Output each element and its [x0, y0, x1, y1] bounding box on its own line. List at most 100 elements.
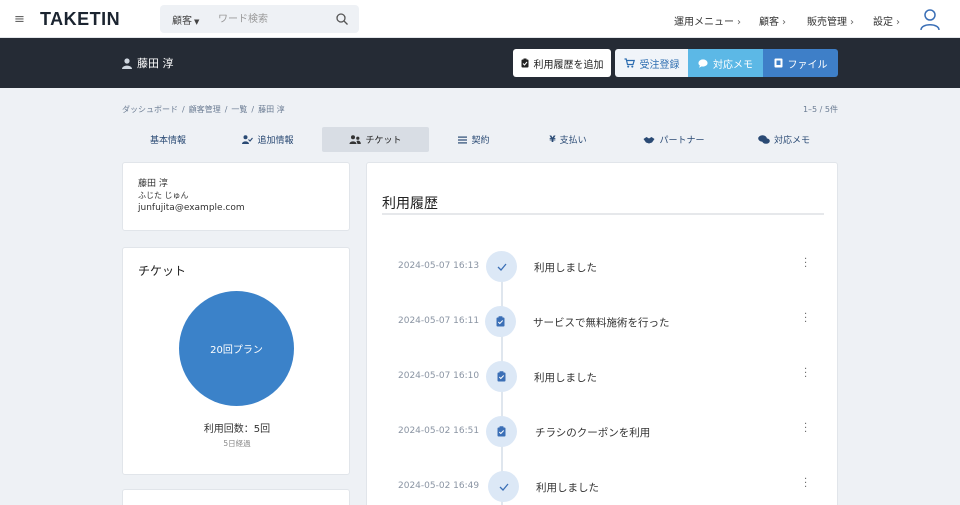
- search-scope-dropdown[interactable]: 顧客 ▼: [172, 12, 199, 27]
- breadcrumb-customer-management[interactable]: 顧客管理: [189, 105, 221, 114]
- comment-icon: [698, 58, 708, 68]
- ticket-card: チケット 20回プラン 利用回数：5回 5日経過: [122, 247, 350, 475]
- usage-history-title: 利用履歴: [382, 196, 438, 212]
- menu-customers-label: 顧客: [759, 17, 779, 28]
- entry-timestamp: 2024-05-02 16:49: [398, 481, 480, 491]
- menu-settings-label: 設定: [873, 17, 893, 28]
- tab-basic-info[interactable]: 基本情報: [122, 127, 214, 152]
- tab-contract[interactable]: 契約: [436, 127, 512, 152]
- additional-card: [122, 489, 350, 505]
- hamburger-menu-icon[interactable]: ≡: [14, 12, 25, 27]
- menu-sales-label: 販売管理: [807, 17, 847, 28]
- menu-operations[interactable]: 運用メニュー ›: [674, 13, 741, 28]
- history-entry: 2024-05-07 16:11 サービスで無料施術を行った · · ·: [367, 304, 839, 338]
- entry-timestamp: 2024-05-07 16:11: [398, 316, 480, 326]
- order-registration-label: 受注登録: [639, 59, 680, 71]
- caret-down-icon: ▼: [194, 18, 200, 26]
- entry-description: 利用しました: [534, 262, 597, 274]
- tab-payment[interactable]: ¥ 支払い: [530, 127, 606, 152]
- history-entry: 2024-05-02 16:51 チラシのクーポンを利用 · · ·: [367, 414, 839, 448]
- customer-header-bar: 藤田 淳 利用履歴を追加 受注登録 対応メモ ファイル: [0, 38, 960, 88]
- entry-timestamp: 2024-05-07 16:10: [398, 371, 480, 381]
- entry-description: チラシのクーポンを利用: [535, 427, 651, 439]
- breadcrumb: ダッシュボード / 顧客管理 / 一覧 / 藤田 淳: [122, 104, 285, 115]
- customer-kana: ふじた じゅん: [138, 191, 189, 200]
- customer-email: junfujita@example.com: [138, 203, 245, 213]
- breadcrumb-separator: /: [182, 105, 185, 114]
- clipboard-icon: [485, 306, 516, 337]
- add-usage-history-button[interactable]: 利用履歴を追加: [513, 49, 611, 77]
- user-account-icon[interactable]: [918, 7, 942, 31]
- ticket-plan-label: 20回プラン: [210, 345, 263, 356]
- ticket-usage-count: 利用回数：5回: [203, 424, 271, 435]
- customer-info-card: 藤田 淳 ふじた じゅん junfujita@example.com: [122, 162, 350, 231]
- chevron-right-icon: ›: [896, 17, 900, 28]
- tab-partner[interactable]: パートナー: [630, 127, 718, 152]
- tab-additional-info[interactable]: 追加情報: [222, 127, 314, 152]
- comments-icon: [758, 134, 770, 144]
- chevron-right-icon: ›: [737, 17, 741, 28]
- search-box: 顧客 ▼: [160, 5, 359, 33]
- top-navbar: ≡ TAKETIN 顧客▼ 運用メニュー› 顧客› 販売管理› 設定›: [0, 0, 960, 38]
- kebab-menu-icon[interactable]: · · ·: [804, 420, 807, 438]
- kebab-menu-icon[interactable]: · · ·: [804, 255, 807, 273]
- search-scope-label: 顧客: [172, 16, 192, 27]
- support-memo-button[interactable]: 対応メモ: [688, 49, 763, 77]
- customer-name: 藤田 淳: [138, 179, 168, 189]
- result-count: 1–5 / 5件: [802, 105, 838, 114]
- breadcrumb-list[interactable]: 一覧: [231, 105, 247, 114]
- menu-sales[interactable]: 販売管理 ›: [807, 13, 854, 28]
- user-icon: [122, 57, 132, 69]
- tab-support-memo-label: 対応メモ: [773, 136, 810, 146]
- breadcrumb-dashboard[interactable]: ダッシュボード: [122, 105, 178, 114]
- entry-timestamp: 2024-05-02 16:51: [398, 426, 480, 436]
- chevron-right-icon: ›: [850, 17, 854, 28]
- breadcrumb-separator: /: [224, 105, 228, 114]
- entry-description: サービスで無料施術を行った: [533, 317, 670, 329]
- tab-support-memo[interactable]: 対応メモ: [740, 127, 828, 152]
- breadcrumb-separator: /: [251, 105, 255, 114]
- tab-payment-label: 支払い: [559, 136, 587, 146]
- entry-description: 利用しました: [536, 482, 599, 494]
- support-memo-label: 対応メモ: [713, 59, 753, 71]
- breadcrumb-current: 藤田 淳: [258, 105, 285, 114]
- ticket-elapsed-days: 5日経過: [223, 439, 251, 448]
- history-entry: 2024-05-02 16:49 利用しました · · ·: [367, 469, 839, 503]
- file-icon: [774, 58, 782, 68]
- add-usage-history-label: 利用履歴を追加: [533, 59, 604, 71]
- customer-name-heading: 藤田 淳: [122, 55, 174, 71]
- customer-name-text: 藤田 淳: [137, 57, 174, 70]
- kebab-menu-icon[interactable]: · · ·: [804, 365, 807, 383]
- ticket-plan-circle: 20回プラン: [179, 291, 294, 406]
- chevron-right-icon: ›: [782, 17, 786, 28]
- search-icon[interactable]: [335, 12, 349, 26]
- title-divider: [382, 213, 824, 215]
- file-label: ファイル: [787, 59, 828, 71]
- tab-partner-label: パートナー: [659, 136, 705, 146]
- tab-ticket[interactable]: チケット: [322, 127, 429, 152]
- check-icon: [488, 471, 519, 502]
- search-input[interactable]: [218, 9, 328, 29]
- file-button[interactable]: ファイル: [763, 49, 838, 77]
- tab-basic-info-label: 基本情報: [149, 136, 186, 146]
- kebab-menu-icon[interactable]: · · ·: [804, 475, 807, 493]
- usage-history-card: 利用履歴 2024-05-07 16:13 利用しました · · · 2024-05…: [366, 162, 838, 505]
- clipboard-icon: [486, 416, 517, 447]
- tab-contract-label: 契約: [471, 136, 490, 146]
- handshake-icon: [643, 136, 655, 143]
- clipboard-check-icon: [521, 58, 528, 68]
- tab-ticket-label: チケット: [365, 136, 402, 146]
- order-registration-button[interactable]: 受注登録: [615, 49, 688, 77]
- clipboard-icon: [486, 361, 517, 392]
- tab-additional-info-label: 追加情報: [257, 136, 294, 146]
- kebab-menu-icon[interactable]: · · ·: [804, 310, 807, 328]
- entry-description: 利用しました: [534, 372, 597, 384]
- users-icon: [349, 135, 362, 144]
- menu-settings[interactable]: 設定 ›: [873, 13, 900, 28]
- cart-icon: [624, 58, 635, 68]
- menu-customers[interactable]: 顧客 ›: [759, 13, 786, 28]
- user-check-icon: [242, 135, 254, 144]
- app-logo[interactable]: TAKETIN: [40, 9, 120, 30]
- list-icon: [458, 136, 468, 143]
- menu-operations-label: 運用メニュー: [674, 17, 734, 28]
